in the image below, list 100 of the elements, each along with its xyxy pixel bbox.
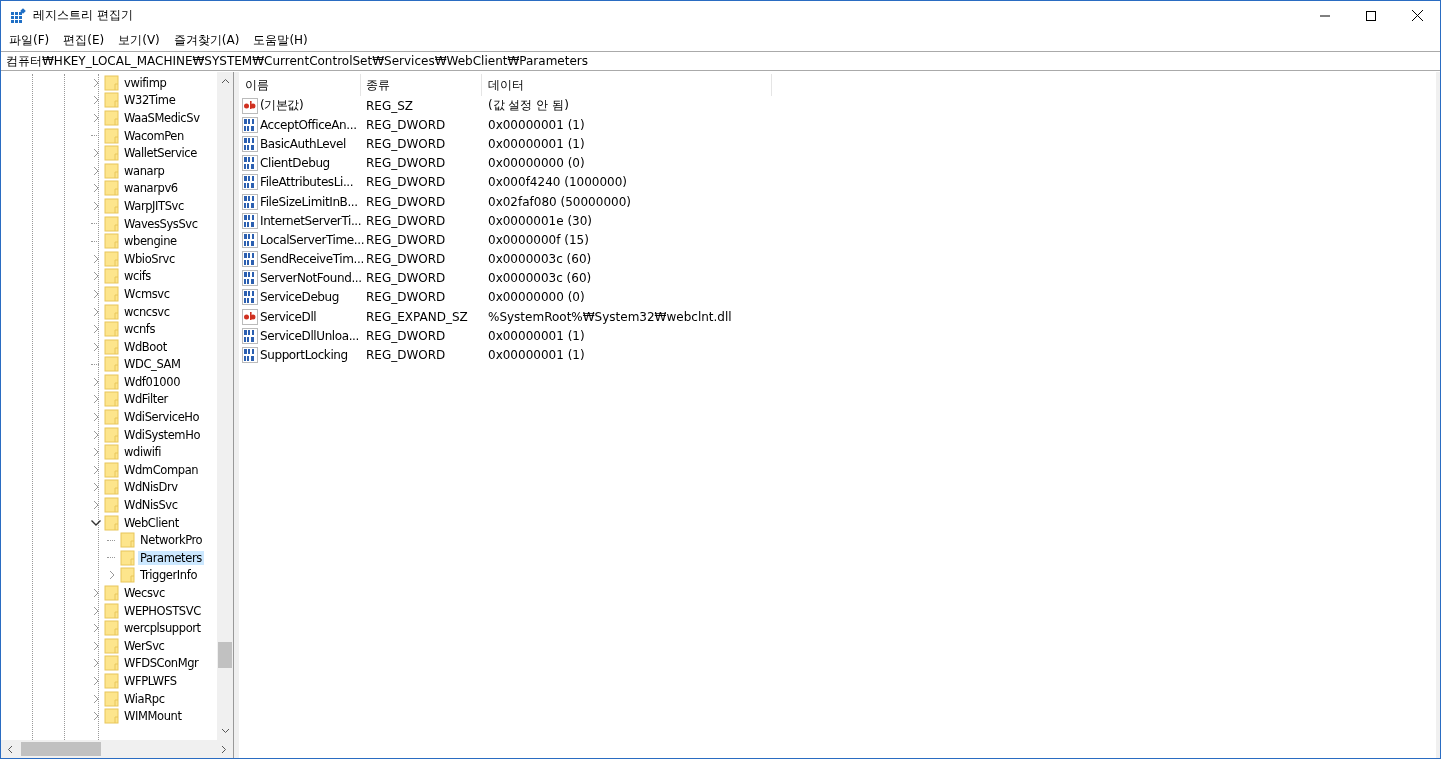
expand-chevron-icon[interactable] xyxy=(91,306,101,317)
expand-chevron-icon[interactable] xyxy=(91,324,101,335)
tree-item[interactable]: vwifimp xyxy=(122,75,169,90)
value-name[interactable]: ServiceDllUnloa... xyxy=(260,328,359,343)
horizontal-scrollbar[interactable] xyxy=(1,740,233,758)
tree-item[interactable]: wcifs xyxy=(122,269,153,284)
tree-item[interactable]: Wecsvc xyxy=(122,586,167,600)
tree-item[interactable]: Wcmsvc xyxy=(122,286,172,301)
expand-chevron-icon[interactable] xyxy=(91,500,101,511)
value-name[interactable]: LocalServerTime... xyxy=(260,232,365,247)
expand-chevron-icon[interactable] xyxy=(91,95,101,106)
value-name[interactable]: ServiceDebug xyxy=(260,290,339,305)
scroll-up-icon[interactable] xyxy=(220,78,230,84)
folder-icon xyxy=(104,215,120,232)
tree-item[interactable]: WalletService xyxy=(122,146,199,161)
tree-item[interactable]: WdiServiceHo xyxy=(122,410,202,425)
tree-item[interactable]: WEPHOSTSVC xyxy=(122,603,203,618)
expand-chevron-icon[interactable] xyxy=(91,394,101,405)
expand-chevron-icon[interactable] xyxy=(91,623,101,634)
value-name[interactable]: FileAttributesLi... xyxy=(260,175,354,190)
scrollbar-thumb[interactable] xyxy=(218,642,232,668)
tree-item[interactable]: WbioSrvc xyxy=(122,251,177,266)
expand-chevron-icon[interactable] xyxy=(91,77,101,88)
value-name[interactable]: AcceptOfficeAn... xyxy=(260,117,357,132)
tree-item[interactable]: wbengine xyxy=(122,234,179,249)
value-name[interactable]: SendReceiveTim... xyxy=(260,252,364,267)
value-name[interactable]: BasicAuthLevel xyxy=(260,136,346,151)
tree-item[interactable]: WFPLWFS xyxy=(122,674,179,688)
expand-chevron-icon[interactable] xyxy=(91,658,101,669)
column-header[interactable]: 데이터 xyxy=(482,74,772,96)
expand-chevron-icon[interactable] xyxy=(107,570,117,581)
tree-item[interactable]: W32Time xyxy=(122,93,178,108)
expand-chevron-icon[interactable] xyxy=(91,165,101,176)
value-name[interactable]: (기본값) xyxy=(260,97,304,115)
tree-item[interactable]: wercplsupport xyxy=(122,621,203,636)
tree-item[interactable]: WdBoot xyxy=(122,339,169,354)
menu-item[interactable]: 편집(E) xyxy=(63,32,105,49)
scrollbar-thumb[interactable] xyxy=(21,742,101,756)
tree-item[interactable]: TriggerInfo xyxy=(138,568,200,583)
tree-item[interactable]: wcnfs xyxy=(122,322,158,337)
tree-item[interactable]: WiaRpc xyxy=(122,691,167,706)
address-field[interactable]: 컴퓨터₩HKEY_LOCAL_MACHINE₩SYSTEM₩CurrentControlSet₩Services₩WebClient₩Parameters xyxy=(1,51,1440,71)
tree-item[interactable]: wdiwifi xyxy=(122,445,163,460)
expand-chevron-icon[interactable] xyxy=(91,482,101,493)
expand-chevron-icon[interactable] xyxy=(91,588,101,598)
value-name[interactable]: SupportLocking xyxy=(260,348,348,363)
tree-item[interactable]: WdmCompan xyxy=(122,462,201,477)
tree-item[interactable]: WFDSConMgr xyxy=(122,656,201,671)
expand-chevron-icon[interactable] xyxy=(91,253,101,264)
tree-item[interactable]: NetworkPro xyxy=(138,533,205,548)
tree-item[interactable]: WdNisDrv xyxy=(122,480,180,495)
tree-item[interactable]: Wdf01000 xyxy=(122,374,183,389)
menu-item[interactable]: 즐겨찾기(A) xyxy=(173,32,240,49)
tree-item[interactable]: WdFilter xyxy=(122,392,170,407)
expand-chevron-icon[interactable] xyxy=(91,464,101,475)
vertical-scrollbar[interactable] xyxy=(217,72,233,740)
expand-chevron-icon[interactable] xyxy=(91,447,101,458)
expand-chevron-icon[interactable] xyxy=(91,640,101,651)
expand-chevron-icon[interactable] xyxy=(91,200,101,211)
expand-chevron-icon[interactable] xyxy=(91,288,101,299)
tree-item[interactable]: wcncsvc xyxy=(122,304,172,319)
menu-item[interactable]: 보기(V) xyxy=(118,32,160,49)
menu-item[interactable]: 파일(F) xyxy=(9,32,50,49)
expand-chevron-icon[interactable] xyxy=(91,711,101,722)
scroll-left-icon[interactable] xyxy=(7,744,13,754)
column-header[interactable]: 종류 xyxy=(361,74,482,96)
expand-chevron-icon[interactable] xyxy=(91,412,101,423)
value-name[interactable]: ClientDebug xyxy=(260,156,330,171)
expand-chevron-icon[interactable] xyxy=(91,429,101,440)
expand-chevron-icon[interactable] xyxy=(91,148,101,159)
expand-chevron-icon[interactable] xyxy=(91,693,101,704)
value-name[interactable]: FileSizeLimitInB... xyxy=(260,194,358,209)
expand-chevron-icon[interactable] xyxy=(91,605,101,616)
expand-chevron-icon[interactable] xyxy=(91,271,101,282)
tree-item[interactable]: WerSvc xyxy=(122,638,167,653)
tree-item[interactable]: WdiSystemHo xyxy=(122,427,203,442)
column-header[interactable]: 이름 xyxy=(239,74,361,96)
tree-item[interactable]: WaaSMedicSv xyxy=(122,111,202,125)
expand-chevron-icon[interactable] xyxy=(91,676,101,686)
tree-item[interactable]: WdNisSvc xyxy=(122,498,180,513)
value-name[interactable]: ServiceDll xyxy=(260,309,317,324)
value-name[interactable]: ServerNotFound... xyxy=(260,271,362,286)
tree-item[interactable]: wanarp xyxy=(122,163,167,178)
tree-item[interactable]: WarpJITSvc xyxy=(122,198,186,213)
tree-item[interactable]: WacomPen xyxy=(122,128,186,143)
tree-item[interactable]: WavesSysSvc xyxy=(122,216,200,231)
expand-chevron-icon[interactable] xyxy=(91,113,101,123)
value-name[interactable]: InternetServerTi... xyxy=(260,213,362,228)
scroll-right-icon[interactable] xyxy=(221,744,227,754)
tree-item[interactable]: WIMMount xyxy=(122,709,184,724)
scroll-down-icon[interactable] xyxy=(220,728,230,734)
tree-item[interactable]: Parameters xyxy=(138,550,204,565)
expand-chevron-icon[interactable] xyxy=(91,341,101,352)
menu-item[interactable]: 도움말(H) xyxy=(253,32,308,49)
tree-item[interactable]: WDC_SAM xyxy=(122,357,183,372)
collapse-chevron-icon[interactable] xyxy=(91,517,101,528)
tree-item[interactable]: WebClient xyxy=(122,515,181,530)
expand-chevron-icon[interactable] xyxy=(91,376,101,387)
tree-item[interactable]: wanarpv6 xyxy=(122,181,180,196)
expand-chevron-icon[interactable] xyxy=(91,183,101,194)
